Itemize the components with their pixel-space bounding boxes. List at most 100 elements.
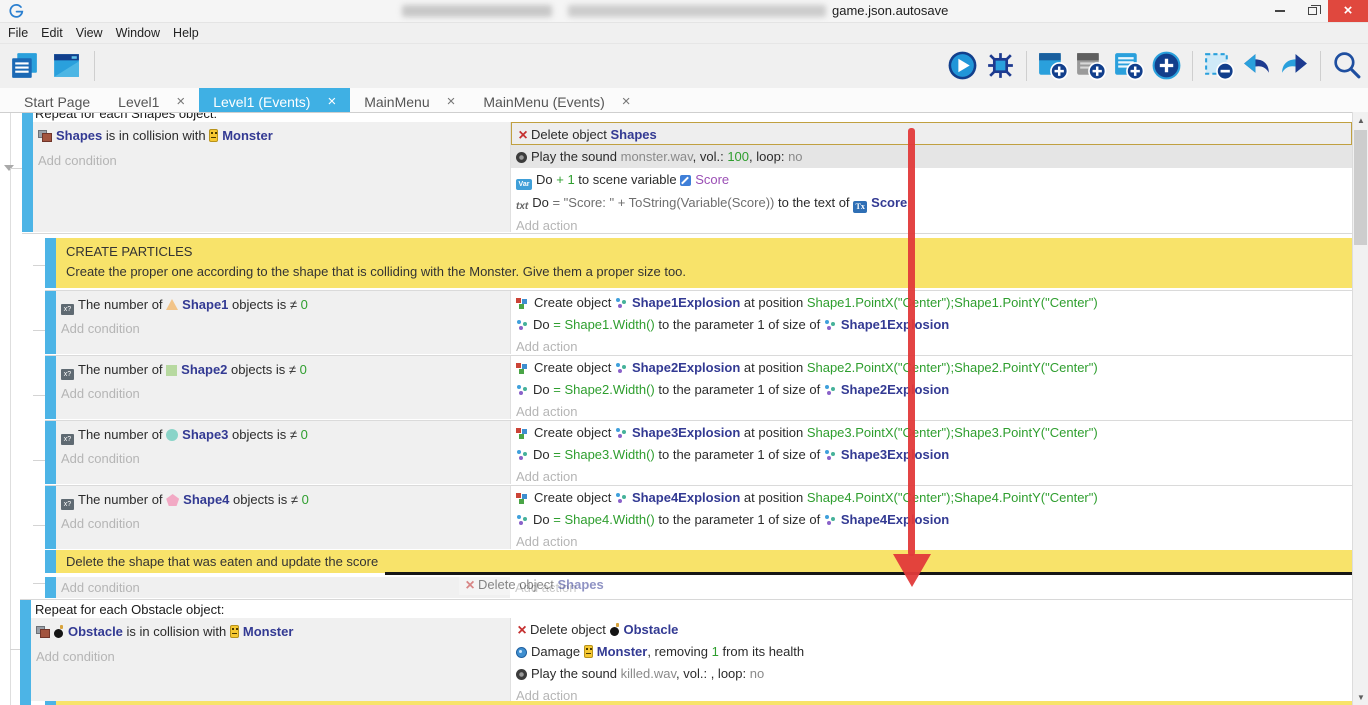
tab-level1[interactable]: Level1 (104, 88, 199, 115)
add-action[interactable]: Add action (510, 577, 1352, 598)
text-segment: Score (871, 195, 907, 210)
window-title: game.json.autosave (832, 3, 948, 18)
tree-connector (33, 525, 45, 526)
text-segment: to scene variable (575, 172, 681, 187)
action-play-sound-monster[interactable]: Play the sound monster.wav, vol.: 100, l… (511, 145, 1352, 168)
repeat-shapes-header[interactable]: Repeat for each Shapes object: (35, 112, 217, 121)
action-set-score-text[interactable]: txtDo = "Score: " + ToString(Variable(Sc… (511, 191, 1352, 214)
main-toolbar (0, 44, 1368, 88)
action-delete-shapes[interactable]: ×Delete object Shapes (511, 122, 1352, 145)
tab-start-page[interactable]: Start Page (10, 88, 104, 115)
add-condition[interactable]: Add condition (56, 448, 510, 469)
text-segment: The number of (78, 297, 166, 312)
text-segment: = Shape3.Width() (553, 447, 655, 462)
text-segment: Do (532, 195, 552, 210)
comment-title: CREATE PARTICLES (66, 242, 1342, 262)
tab-level1-events[interactable]: Level1 (Events) (199, 88, 350, 115)
project-manager-icon[interactable] (8, 49, 41, 82)
comment-create-particles[interactable]: CREATE PARTICLES Create the proper one a… (45, 238, 1352, 288)
action-create-shape4-explosion[interactable]: Create object Shape4Explosion at positio… (511, 488, 1352, 508)
menu-window[interactable]: Window (116, 26, 171, 40)
menu-help[interactable]: Help (173, 26, 210, 40)
text-segment: 0 (302, 492, 309, 507)
search-icon[interactable] (1330, 49, 1363, 82)
action-create-shape1-explosion[interactable]: Create object Shape1Explosion at positio… (511, 293, 1352, 313)
action-damage-monster[interactable]: Damage Monster, removing 1 from its heal… (511, 642, 1352, 662)
text-segment: Shapes (558, 577, 604, 592)
text-segment: Shape2 (181, 362, 227, 377)
action-size-shape3-explosion[interactable]: Do = Shape3.Width() to the parameter 1 o… (511, 445, 1352, 465)
toolbar-separator (1192, 51, 1193, 81)
close-tab-icon[interactable] (622, 93, 631, 110)
delete-event-icon[interactable] (1202, 49, 1235, 82)
condition-obstacle-collision[interactable]: Obstacle is in collision with Monster (31, 621, 510, 643)
text-segment: to the parameter 1 of size of (655, 512, 824, 527)
condition-shape2-count[interactable]: x?The number of Shape2 objects is ≠ 0 (56, 359, 510, 380)
action-size-shape4-explosion[interactable]: Do = Shape4.Width() to the parameter 1 o… (511, 510, 1352, 530)
menu-file[interactable]: File (8, 26, 39, 40)
action-play-sound-killed[interactable]: Play the sound killed.wav, vol.: , loop:… (511, 664, 1352, 684)
text-segment: = Shape1.Width() (553, 317, 655, 332)
obstacle-icon (54, 625, 64, 638)
collision-icon (38, 130, 52, 142)
close-tab-icon[interactable] (447, 93, 456, 110)
redo-icon[interactable] (1278, 49, 1311, 82)
comment-delete-shape[interactable]: Delete the shape that was eaten and upda… (45, 550, 1352, 573)
event-indent-bar (20, 600, 31, 705)
action-size-shape1-explosion[interactable]: Do = Shape1.Width() to the parameter 1 o… (511, 315, 1352, 335)
add-condition[interactable]: Add condition (56, 577, 510, 598)
close-tab-icon[interactable] (327, 93, 336, 110)
add-action[interactable]: Add action (511, 402, 1352, 422)
scene-editor-icon[interactable] (50, 49, 83, 82)
tab-mainmenu[interactable]: MainMenu (350, 88, 469, 115)
tab-mainmenu-events[interactable]: MainMenu (Events) (469, 88, 644, 115)
play-icon[interactable] (946, 49, 979, 82)
close-tab-icon[interactable] (176, 93, 185, 110)
text-segment: to the text of (774, 195, 853, 210)
text-segment: is in collision with (123, 624, 230, 639)
add-condition[interactable]: Add condition (33, 150, 510, 172)
text-segment: to the parameter 1 of size of (655, 447, 824, 462)
text-segment: 0 (301, 427, 308, 442)
action-size-shape2-explosion[interactable]: Do = Shape2.Width() to the parameter 1 o… (511, 380, 1352, 400)
conditions-column: x?The number of Shape3 objects is ≠ 0 Ad… (56, 421, 510, 484)
debug-icon[interactable] (984, 49, 1017, 82)
condition-shape3-count[interactable]: x?The number of Shape3 objects is ≠ 0 (56, 424, 510, 445)
minimize-button[interactable] (1264, 0, 1296, 22)
condition-shapes-collision[interactable]: Shapes is in collision with Monster (33, 125, 510, 147)
menu-edit[interactable]: Edit (41, 26, 74, 40)
event-indent-bar (45, 486, 56, 549)
text-segment: Shape3Explosion (841, 447, 949, 462)
add-action[interactable]: Add action (511, 532, 1352, 552)
repeat-obstacle-header[interactable]: Repeat for each Obstacle object: (35, 602, 224, 617)
add-condition[interactable]: Add condition (56, 318, 510, 339)
action-increment-score-variable[interactable]: VarDo + 1 to scene variable Score (511, 168, 1352, 191)
condition-shape4-count[interactable]: x?The number of Shape4 objects is ≠ 0 (56, 489, 510, 510)
scroll-up-icon[interactable] (1353, 112, 1368, 128)
comment-clipped[interactable] (45, 701, 1352, 705)
scrollbar-thumb[interactable] (1354, 130, 1367, 245)
add-subevent-icon[interactable] (1074, 49, 1107, 82)
action-delete-obstacle[interactable]: ×Delete object Obstacle (511, 620, 1352, 640)
text-segment: The number of (78, 427, 166, 442)
condition-shape1-count[interactable]: x?The number of Shape1 objects is ≠ 0 (56, 294, 510, 315)
scroll-down-icon[interactable] (1353, 689, 1368, 705)
add-action[interactable]: Add action (511, 467, 1352, 487)
add-comment-icon[interactable] (1112, 49, 1145, 82)
action-create-shape2-explosion[interactable]: Create object Shape2Explosion at positio… (511, 358, 1352, 378)
add-condition[interactable]: Add condition (56, 513, 510, 534)
undo-icon[interactable] (1240, 49, 1273, 82)
add-event-icon[interactable] (1036, 49, 1069, 82)
delete-icon: × (516, 625, 528, 637)
add-action[interactable]: Add action (511, 337, 1352, 357)
action-create-shape3-explosion[interactable]: Create object Shape3Explosion at positio… (511, 423, 1352, 443)
add-other-icon[interactable] (1150, 49, 1183, 82)
restore-button[interactable] (1296, 0, 1328, 22)
tree-connector (10, 168, 22, 169)
text-segment: Monster (222, 128, 273, 143)
add-condition[interactable]: Add condition (31, 646, 510, 668)
close-button[interactable] (1328, 0, 1368, 22)
add-condition[interactable]: Add condition (56, 383, 510, 404)
vertical-scrollbar[interactable] (1352, 112, 1368, 705)
menu-view[interactable]: View (76, 26, 114, 40)
